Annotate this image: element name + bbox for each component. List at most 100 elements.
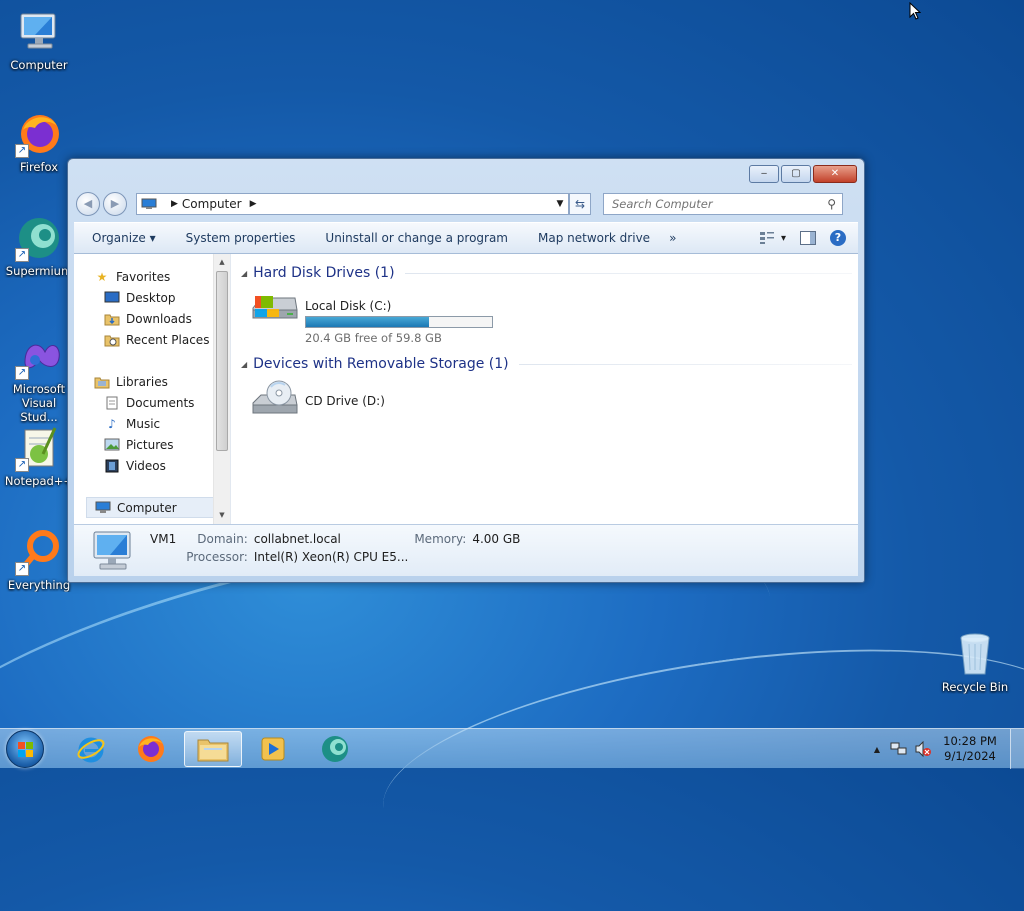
details-pane: VM1 Domain: collabnet.local Memory: 4.00… — [74, 524, 858, 576]
taskbar-supermium[interactable] — [306, 731, 364, 767]
nav-item-downloads[interactable]: Downloads — [74, 308, 230, 329]
search-input[interactable] — [610, 196, 828, 212]
nav-scrollbar[interactable]: ▲ ▼ — [213, 254, 230, 524]
documents-icon — [104, 396, 120, 410]
clock[interactable]: 10:28 PM 9/1/2024 — [938, 734, 1002, 764]
clock-date: 9/1/2024 — [944, 749, 996, 763]
desktop-icon-firefox[interactable]: ↗ Firefox — [2, 110, 76, 174]
maximize-button[interactable]: ▢ — [781, 165, 811, 183]
firefox-icon: ↗ — [15, 110, 63, 158]
visual-studio-icon: ↗ — [15, 332, 63, 380]
nav-item-label: Favorites — [116, 269, 171, 284]
map-network-drive-button[interactable]: Map network drive — [523, 231, 665, 245]
pictures-icon — [104, 438, 120, 452]
explorer-icon — [197, 739, 229, 762]
scroll-up-icon[interactable]: ▲ — [214, 254, 230, 271]
group-header-removable[interactable]: ◢ Devices with Removable Storage (1) — [241, 353, 852, 375]
drive-free-space: 20.4 GB free of 59.8 GB — [305, 331, 442, 345]
forward-button[interactable]: ▶ — [103, 192, 127, 216]
main-pane: ◢ Hard Disk Drives (1) Local Disk (C:) 2… — [231, 254, 858, 524]
volume-muted-icon[interactable] — [914, 741, 932, 757]
network-icon[interactable] — [890, 741, 908, 757]
nav-item-label: Downloads — [126, 311, 192, 326]
group-title: Devices with Removable Storage (1) — [253, 356, 509, 372]
desktop-icon-label: Microsoft Visual Stud... — [12, 382, 66, 424]
help-icon[interactable]: ? — [830, 230, 846, 246]
scroll-down-icon[interactable]: ▼ — [214, 507, 230, 524]
drive-usage-bar — [305, 316, 493, 328]
desktop-folder-icon — [104, 291, 120, 305]
drive-item-c[interactable]: Local Disk (C:) 20.4 GB free of 59.8 GB — [241, 284, 852, 345]
scrollbar-thumb[interactable] — [216, 271, 228, 451]
nav-item-music[interactable]: ♪ Music — [74, 413, 230, 434]
nav-item-desktop[interactable]: Desktop — [74, 287, 230, 308]
downloads-folder-icon — [104, 312, 120, 326]
address-bar[interactable]: ▶ Computer ▶ ▼ — [136, 193, 569, 215]
navigation-row: ◀ ▶ ▶ Computer ▶ ▼ ⇆ ⚲ — [76, 191, 856, 217]
processor-label: Processor: — [186, 550, 248, 564]
internet-explorer-icon — [77, 737, 105, 763]
collapse-icon[interactable]: ◢ — [241, 360, 247, 369]
drive-name: Local Disk (C:) — [305, 299, 392, 313]
collapse-icon[interactable]: ◢ — [241, 269, 247, 278]
explorer-window[interactable]: ‒ ▢ ✕ ◀ ▶ ▶ Computer ▶ ▼ ⇆ ⚲ Organize ▾ … — [67, 158, 865, 583]
videos-icon — [104, 459, 120, 473]
desktop-icon-recycle-bin[interactable]: Recycle Bin — [938, 630, 1012, 694]
computer-icon — [141, 198, 157, 209]
nav-item-pictures[interactable]: Pictures — [74, 434, 230, 455]
back-arrow-icon: ◀ — [83, 197, 93, 210]
taskbar-windows-explorer[interactable] — [184, 731, 242, 767]
organize-button[interactable]: Organize ▾ — [74, 231, 171, 245]
group-header-hard-disk[interactable]: ◢ Hard Disk Drives (1) — [241, 262, 852, 284]
close-button[interactable]: ✕ — [813, 165, 857, 183]
nav-item-documents[interactable]: Documents — [74, 392, 230, 413]
processor-value: Intel(R) Xeon(R) CPU E5... — [253, 550, 409, 564]
taskbar-media-player[interactable] — [244, 731, 302, 767]
navigation-pane: ★ Favorites Desktop Downloads Recent Pla… — [74, 254, 231, 524]
preview-pane-icon[interactable] — [800, 231, 816, 245]
more-commands-button[interactable]: » — [665, 231, 691, 245]
show-desktop-button[interactable] — [1010, 729, 1024, 769]
system-properties-button[interactable]: System properties — [171, 231, 311, 245]
desktop-icon-everything[interactable]: ↗ Everything — [2, 528, 76, 592]
nav-item-recent-places[interactable]: Recent Places — [74, 329, 230, 350]
refresh-button[interactable]: ⇆ — [569, 193, 591, 215]
back-button[interactable]: ◀ — [76, 192, 100, 216]
drive-item-d[interactable]: CD Drive (D:) — [241, 375, 852, 419]
change-view-button[interactable]: ▾ — [759, 231, 786, 245]
nav-item-favorites[interactable]: ★ Favorites — [74, 266, 230, 287]
command-bar: Organize ▾ System properties Uninstall o… — [74, 222, 858, 254]
uninstall-program-button[interactable]: Uninstall or change a program — [310, 231, 523, 245]
nav-item-libraries[interactable]: Libraries — [74, 371, 230, 392]
recycle-bin-icon — [951, 630, 999, 678]
memory-value: 4.00 GB — [472, 532, 521, 546]
nav-item-label: Music — [126, 416, 161, 431]
computer-name: VM1 — [150, 532, 177, 546]
address-dropdown-icon[interactable]: ▼ — [552, 199, 568, 209]
minimize-button[interactable]: ‒ — [749, 165, 779, 183]
desktop-icon-notepadpp[interactable]: ↗ Notepad++ — [2, 424, 76, 488]
start-button[interactable] — [6, 730, 44, 768]
hard-drive-icon — [249, 288, 299, 328]
nav-item-computer[interactable]: Computer — [86, 497, 228, 518]
desktop-icon-supermium[interactable]: ↗ Supermium — [2, 214, 76, 278]
breadcrumb-separator-icon[interactable]: ▶ — [250, 199, 257, 209]
shortcut-arrow-icon: ↗ — [15, 458, 29, 472]
domain-value: collabnet.local — [253, 532, 341, 546]
show-hidden-icons-icon[interactable]: ▲ — [874, 745, 880, 754]
windows-logo-icon — [18, 742, 33, 757]
group-title: Hard Disk Drives (1) — [253, 265, 395, 281]
computer-icon — [15, 8, 63, 56]
desktop-icon-visual-studio[interactable]: ↗ Microsoft Visual Stud... — [2, 332, 76, 424]
search-box[interactable]: ⚲ — [603, 193, 843, 215]
computer-icon — [93, 531, 131, 570]
breadcrumb-computer[interactable]: Computer — [182, 197, 242, 211]
search-icon[interactable]: ⚲ — [827, 197, 836, 211]
taskbar: ▲ 10:28 PM 9/1/2024 — [0, 728, 1024, 769]
desktop-icon-computer[interactable]: Computer — [2, 8, 76, 72]
nav-item-label: Computer — [117, 500, 177, 515]
shortcut-arrow-icon: ↗ — [15, 248, 29, 262]
taskbar-internet-explorer[interactable] — [62, 731, 120, 767]
taskbar-firefox[interactable] — [122, 731, 180, 767]
nav-item-videos[interactable]: Videos — [74, 455, 230, 476]
